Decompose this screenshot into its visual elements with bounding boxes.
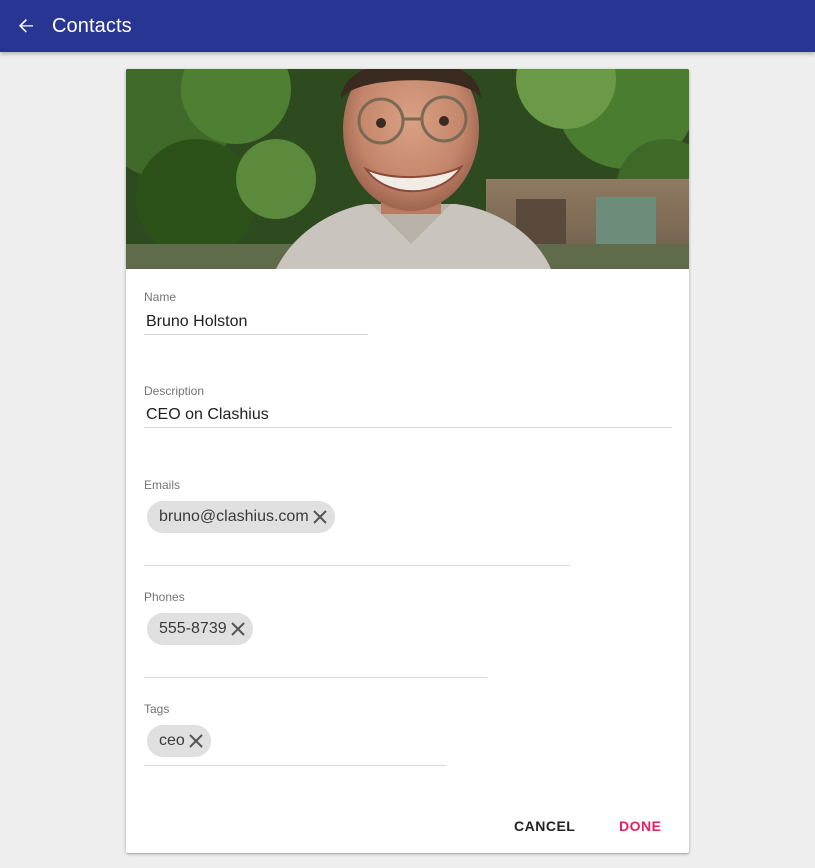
tag-chip[interactable]: ceo <box>147 725 211 757</box>
cancel-button[interactable]: CANCEL <box>514 817 575 835</box>
phones-label: Phones <box>144 590 185 604</box>
emails-field[interactable]: Emails bruno@clashius.com <box>144 478 570 568</box>
phones-underline <box>144 677 487 678</box>
description-label: Description <box>144 384 205 398</box>
emails-underline <box>144 565 570 566</box>
contact-photo-image <box>126 69 689 269</box>
tags-label: Tags <box>144 702 170 716</box>
back-button[interactable] <box>10 10 42 42</box>
name-underline <box>144 334 368 335</box>
done-button[interactable]: DONE <box>619 817 661 835</box>
tag-chip-text: ceo <box>159 732 185 749</box>
close-icon <box>312 510 327 524</box>
email-chip-remove-button[interactable] <box>311 508 329 526</box>
arrow-left-icon <box>19 19 33 33</box>
name-label: Name <box>144 290 177 304</box>
contact-photo <box>126 69 689 269</box>
description-input[interactable]: CEO on Clashius <box>146 405 269 425</box>
email-chip[interactable]: bruno@clashius.com <box>147 501 335 533</box>
email-chip-text: bruno@clashius.com <box>159 508 309 525</box>
tag-chip-remove-button[interactable] <box>187 732 205 750</box>
phones-field[interactable]: Phones 555-8739 <box>144 590 487 680</box>
close-icon <box>189 734 203 748</box>
emails-label: Emails <box>144 478 181 492</box>
phone-chip-text: 555-8739 <box>159 620 227 637</box>
description-underline <box>144 427 672 428</box>
close-icon <box>230 622 245 636</box>
name-field[interactable]: Name Bruno Holston <box>144 290 368 336</box>
contact-card: Name Bruno Holston Description CEO on Cl… <box>126 69 689 853</box>
tags-underline <box>144 765 446 766</box>
tags-field[interactable]: Tags ceo <box>144 702 446 768</box>
phone-chip-remove-button[interactable] <box>229 620 247 638</box>
phone-chip[interactable]: 555-8739 <box>147 613 253 645</box>
description-field[interactable]: Description CEO on Clashius <box>144 384 672 430</box>
page-title: Contacts <box>52 15 132 37</box>
app-bar: Contacts <box>0 0 815 52</box>
name-input[interactable]: Bruno Holston <box>146 312 247 332</box>
